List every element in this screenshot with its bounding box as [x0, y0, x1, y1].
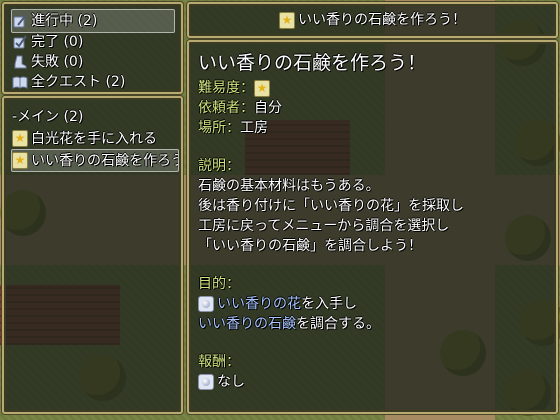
objective-label: 目的： [198, 276, 240, 292]
description-line: 石鹸の基本材料はもうある。 [198, 178, 380, 194]
objective-item-highlight: いい香りの石鹸 [198, 316, 296, 332]
star-icon: ★ [12, 130, 28, 147]
quest-item-label: 白光花を手に入れる [31, 130, 157, 147]
quest-item-label: いい香りの石鹸を作ろう！ [31, 152, 178, 169]
category-window: 進行中 (2) 完了 (0) 失敗 (0) 全クエスト (2) [2, 2, 183, 94]
quest-header-window: ★ いい香りの石鹸を作ろう！ [187, 2, 558, 38]
quest-detail-window: いい香りの石鹸を作ろう！ 難易度： ★ 依頼者： 自分 場所： 工房 説明： 石… [187, 40, 558, 414]
category-completed[interactable]: 完了 (0) [12, 31, 83, 53]
description-line: 工房に戻ってメニューから調合を選択し [198, 218, 450, 234]
orb-icon [198, 374, 214, 390]
boot-icon [12, 54, 28, 70]
category-in-progress[interactable]: 進行中 (2) [11, 9, 175, 33]
book-icon [12, 74, 28, 90]
place-value: 工房 [240, 120, 268, 136]
quest-item-selected[interactable]: ★ いい香りの石鹸を作ろう！ [11, 149, 179, 172]
category-label: 進行中 (2) [31, 13, 98, 29]
detail-title: いい香りの石鹸を作ろう！ [198, 52, 427, 74]
star-icon: ★ [279, 11, 295, 29]
category-label: 全クエスト (2) [31, 74, 126, 90]
category-label: 失敗 (0) [31, 54, 84, 70]
quest-item[interactable]: ★ 白光花を手に入れる [12, 128, 157, 149]
quest-group-main: -メイン (2) [12, 108, 84, 125]
reward-label: 報酬： [198, 354, 240, 370]
description-line: 「いい香りの石鹸」を調合しよう！ [198, 238, 422, 254]
quill-check-icon [12, 34, 28, 50]
header-title: いい香りの石鹸を作ろう！ [298, 12, 466, 28]
category-failed[interactable]: 失敗 (0) [12, 51, 83, 73]
orb-icon [198, 296, 214, 312]
client-label: 依頼者： [198, 100, 254, 116]
quest-list-window: -メイン (2) ★ 白光花を手に入れる ★ いい香りの石鹸を作ろう！ [2, 96, 183, 414]
category-all-quests[interactable]: 全クエスト (2) [12, 71, 125, 93]
client-value: 自分 [254, 100, 282, 116]
difficulty-label: 難易度： [198, 80, 254, 96]
place-label: 場所： [198, 120, 240, 136]
star-icon: ★ [12, 152, 28, 169]
difficulty-star-icon: ★ [254, 79, 270, 97]
quill-scroll-icon [12, 13, 28, 29]
description-line: 後は香り付けに「いい香りの花」を採取し [198, 198, 464, 214]
objective-item-highlight: いい香りの花 [217, 296, 301, 312]
reward-value: なし [217, 374, 245, 390]
objective-item-text: を入手し [301, 296, 357, 312]
description-label: 説明： [198, 158, 240, 174]
objective-item-text: を調合する。 [296, 316, 380, 332]
category-label: 完了 (0) [31, 34, 84, 50]
